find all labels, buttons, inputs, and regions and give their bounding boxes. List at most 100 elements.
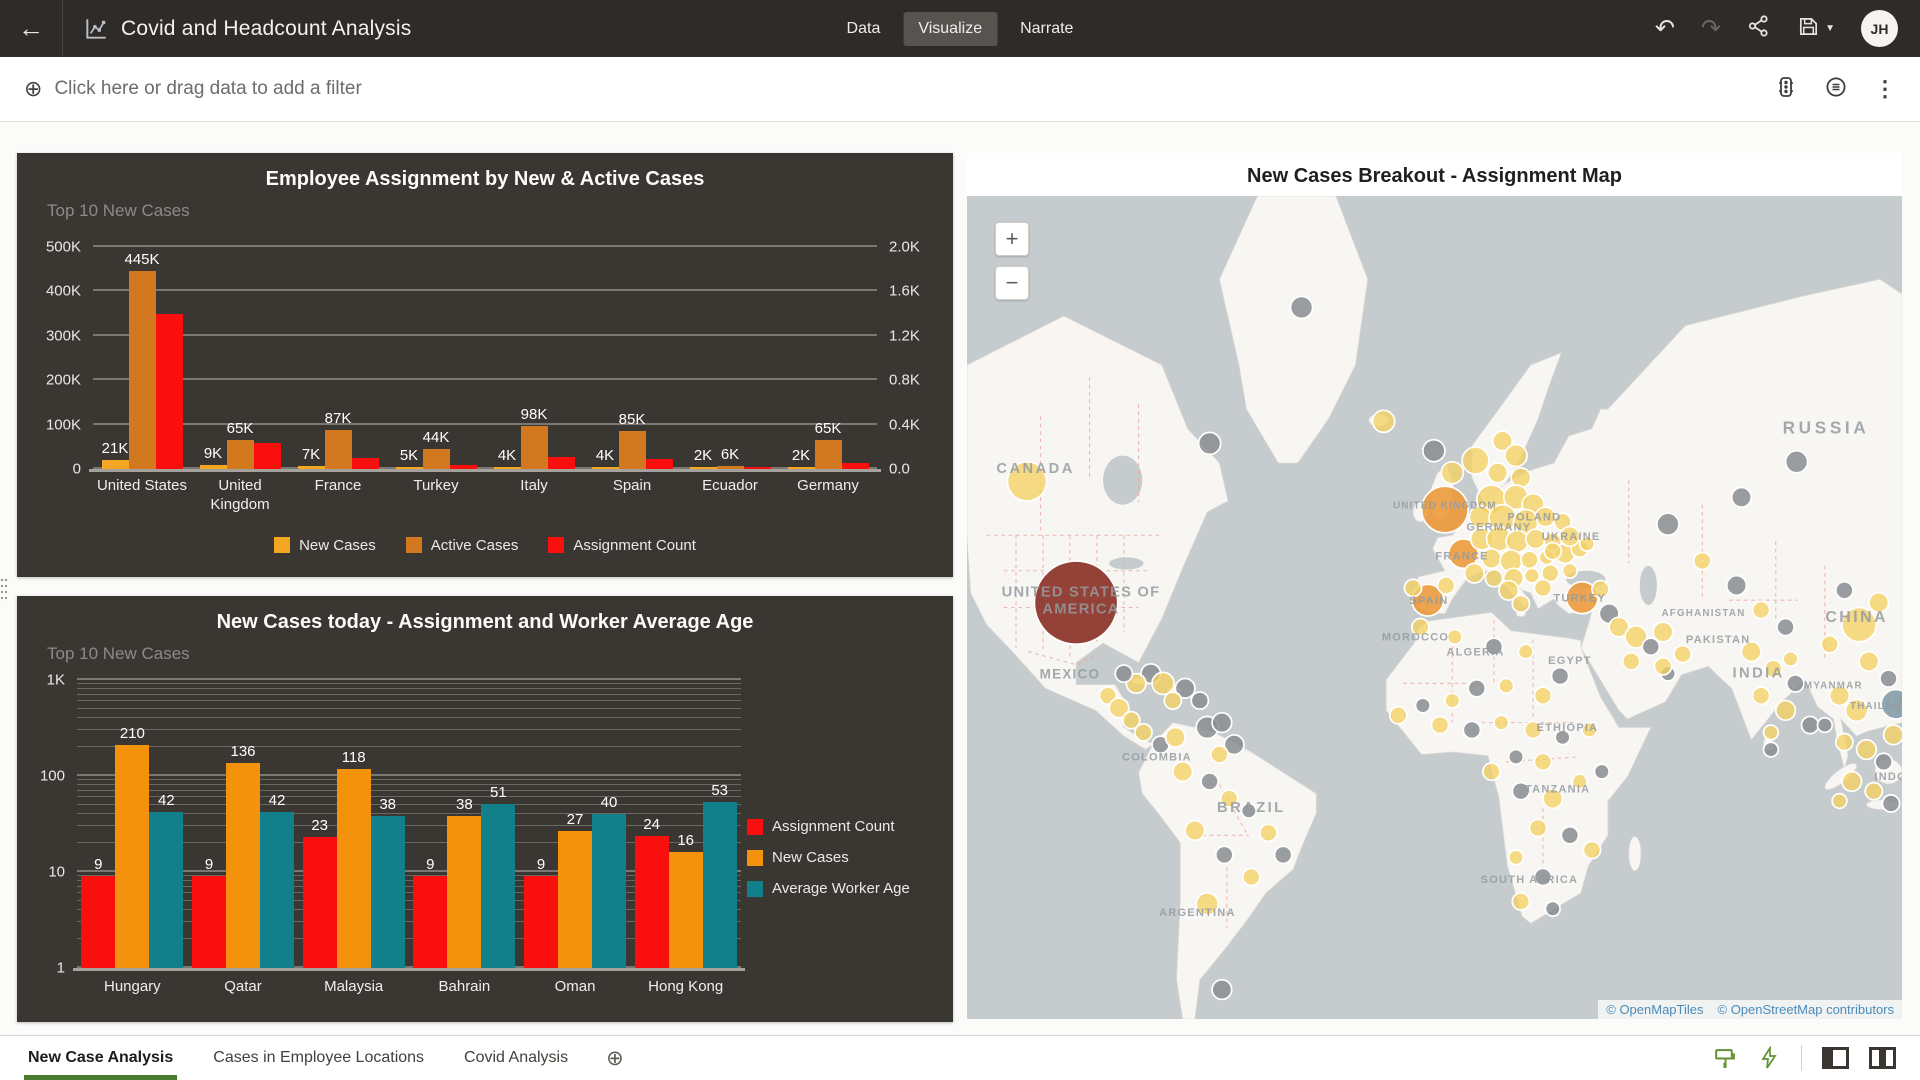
map-bubble[interactable]: [1836, 582, 1853, 599]
canvas-tab-new-case-analysis[interactable]: New Case Analysis: [24, 1036, 177, 1080]
openmaptiles-link[interactable]: © OpenMapTiles: [1606, 1002, 1703, 1017]
map-bubble[interactable]: [1506, 530, 1528, 552]
back-button[interactable]: ←: [0, 0, 62, 57]
map-bubble[interactable]: [1512, 893, 1529, 910]
map-bubble[interactable]: [1882, 795, 1899, 812]
openstreetmap-link[interactable]: © OpenStreetMap contributors: [1718, 1002, 1895, 1017]
bar-average-worker-age[interactable]: [371, 816, 405, 968]
bar-new-cases[interactable]: [669, 852, 703, 968]
map-bubble[interactable]: [1727, 576, 1747, 596]
bar-assignment-count[interactable]: [192, 876, 226, 968]
map-bubble[interactable]: [1494, 715, 1509, 730]
avatar[interactable]: JH: [1861, 10, 1898, 47]
bar-new-cases[interactable]: [690, 467, 717, 469]
map-bubble[interactable]: [1185, 821, 1205, 841]
map-bubble[interactable]: [1390, 707, 1407, 724]
bar-new-cases[interactable]: [494, 467, 521, 469]
bar-assignment-count[interactable]: [450, 465, 477, 469]
map-bubble[interactable]: [1212, 713, 1232, 733]
map-bubble[interactable]: [1441, 462, 1463, 484]
legend-item-active-cases[interactable]: Active Cases: [406, 537, 519, 554]
map-bubble[interactable]: [1674, 645, 1691, 662]
bar-assignment-count[interactable]: [524, 876, 558, 968]
bar-active-cases[interactable]: [815, 440, 842, 469]
legend-item-new-cases[interactable]: New Cases: [747, 849, 849, 866]
tab-data[interactable]: Data: [832, 12, 896, 46]
map-bubble[interactable]: [1787, 675, 1804, 692]
comments-icon[interactable]: [1824, 75, 1848, 104]
map-bubble[interactable]: [1786, 451, 1808, 473]
bar-active-cases[interactable]: [619, 431, 646, 469]
share-icon[interactable]: [1747, 14, 1771, 43]
bar-active-cases[interactable]: [423, 449, 450, 469]
map-bubble[interactable]: [1447, 630, 1462, 645]
map-bubble[interactable]: [1817, 718, 1832, 733]
bar-assignment-count[interactable]: [303, 837, 337, 968]
map-bubble[interactable]: [1534, 687, 1551, 704]
map-bubble[interactable]: [1512, 595, 1529, 612]
bar-new-cases[interactable]: [447, 816, 481, 968]
layout-split-panel-icon[interactable]: [1869, 1047, 1896, 1069]
map-bubble[interactable]: [1752, 601, 1769, 618]
bar-new-cases[interactable]: [115, 745, 149, 968]
bar-new-cases[interactable]: [102, 460, 129, 469]
layout-left-panel-icon[interactable]: [1822, 1047, 1849, 1069]
bar-new-cases[interactable]: [592, 467, 619, 469]
redo-icon[interactable]: ↷: [1701, 17, 1721, 41]
map-bubble[interactable]: [1173, 762, 1193, 782]
map-bubble[interactable]: [1842, 772, 1862, 792]
map-bubble[interactable]: [1764, 725, 1779, 740]
map-bubble[interactable]: [1563, 563, 1578, 578]
map-bubble[interactable]: [1623, 653, 1640, 670]
bar-average-worker-age[interactable]: [149, 812, 183, 968]
bar-average-worker-age[interactable]: [260, 812, 294, 968]
bar-average-worker-age[interactable]: [703, 802, 737, 968]
bar-new-cases[interactable]: [396, 467, 423, 469]
bar-active-cases[interactable]: [325, 430, 352, 469]
map-bubble[interactable]: [1275, 846, 1292, 863]
map-bubble[interactable]: [1776, 701, 1796, 721]
bar-assignment-count[interactable]: [744, 467, 771, 469]
map-bubble[interactable]: [1518, 644, 1533, 659]
map-bubble[interactable]: [1857, 740, 1877, 760]
map-bubble[interactable]: [1783, 652, 1798, 667]
map-bubble[interactable]: [1468, 680, 1485, 697]
map-bubble[interactable]: [1199, 432, 1221, 454]
zoom-out-button[interactable]: −: [995, 266, 1029, 300]
map-bubble[interactable]: [1521, 551, 1538, 568]
map-bubble[interactable]: [1483, 763, 1500, 780]
bar-assignment-count[interactable]: [156, 314, 183, 469]
map-bubble[interactable]: [1859, 652, 1879, 672]
map-bubble[interactable]: [1653, 622, 1673, 642]
bar-assignment-count[interactable]: [413, 876, 447, 968]
bar-average-worker-age[interactable]: [592, 814, 626, 968]
map-bubble[interactable]: [1373, 410, 1395, 432]
map-bubble[interactable]: [1884, 725, 1902, 745]
map-bubble[interactable]: [1191, 692, 1208, 709]
bar-active-cases[interactable]: [717, 466, 744, 469]
map-bubble[interactable]: [1463, 721, 1480, 738]
map-bubble[interactable]: [1485, 570, 1502, 587]
map-bubble[interactable]: [1243, 868, 1260, 885]
map-bubble[interactable]: [1505, 445, 1527, 467]
map-bubble[interactable]: [1465, 563, 1485, 583]
map-bubble[interactable]: [1654, 658, 1671, 675]
map-bubble[interactable]: [1657, 513, 1679, 535]
map-bubble[interactable]: [1534, 753, 1551, 770]
map-bubble[interactable]: [1438, 577, 1455, 594]
bar-active-cases[interactable]: [227, 440, 254, 469]
map-bubble[interactable]: [1115, 665, 1132, 682]
bar-assignment-count[interactable]: [635, 836, 669, 969]
map-bubble[interactable]: [1594, 764, 1609, 779]
map-bubble[interactable]: [1544, 543, 1561, 560]
bar-assignment-count[interactable]: [352, 458, 379, 469]
map-bubble[interactable]: [1445, 693, 1460, 708]
map-bubble[interactable]: [1880, 670, 1897, 687]
bar-active-cases[interactable]: [521, 426, 548, 470]
map-bubble[interactable]: [1166, 728, 1186, 748]
map-bubble[interactable]: [1534, 579, 1551, 596]
bar-average-worker-age[interactable]: [481, 804, 515, 968]
map-bubble[interactable]: [1260, 824, 1277, 841]
map-bubble[interactable]: [1777, 619, 1794, 636]
map-bubble[interactable]: [1836, 734, 1853, 751]
